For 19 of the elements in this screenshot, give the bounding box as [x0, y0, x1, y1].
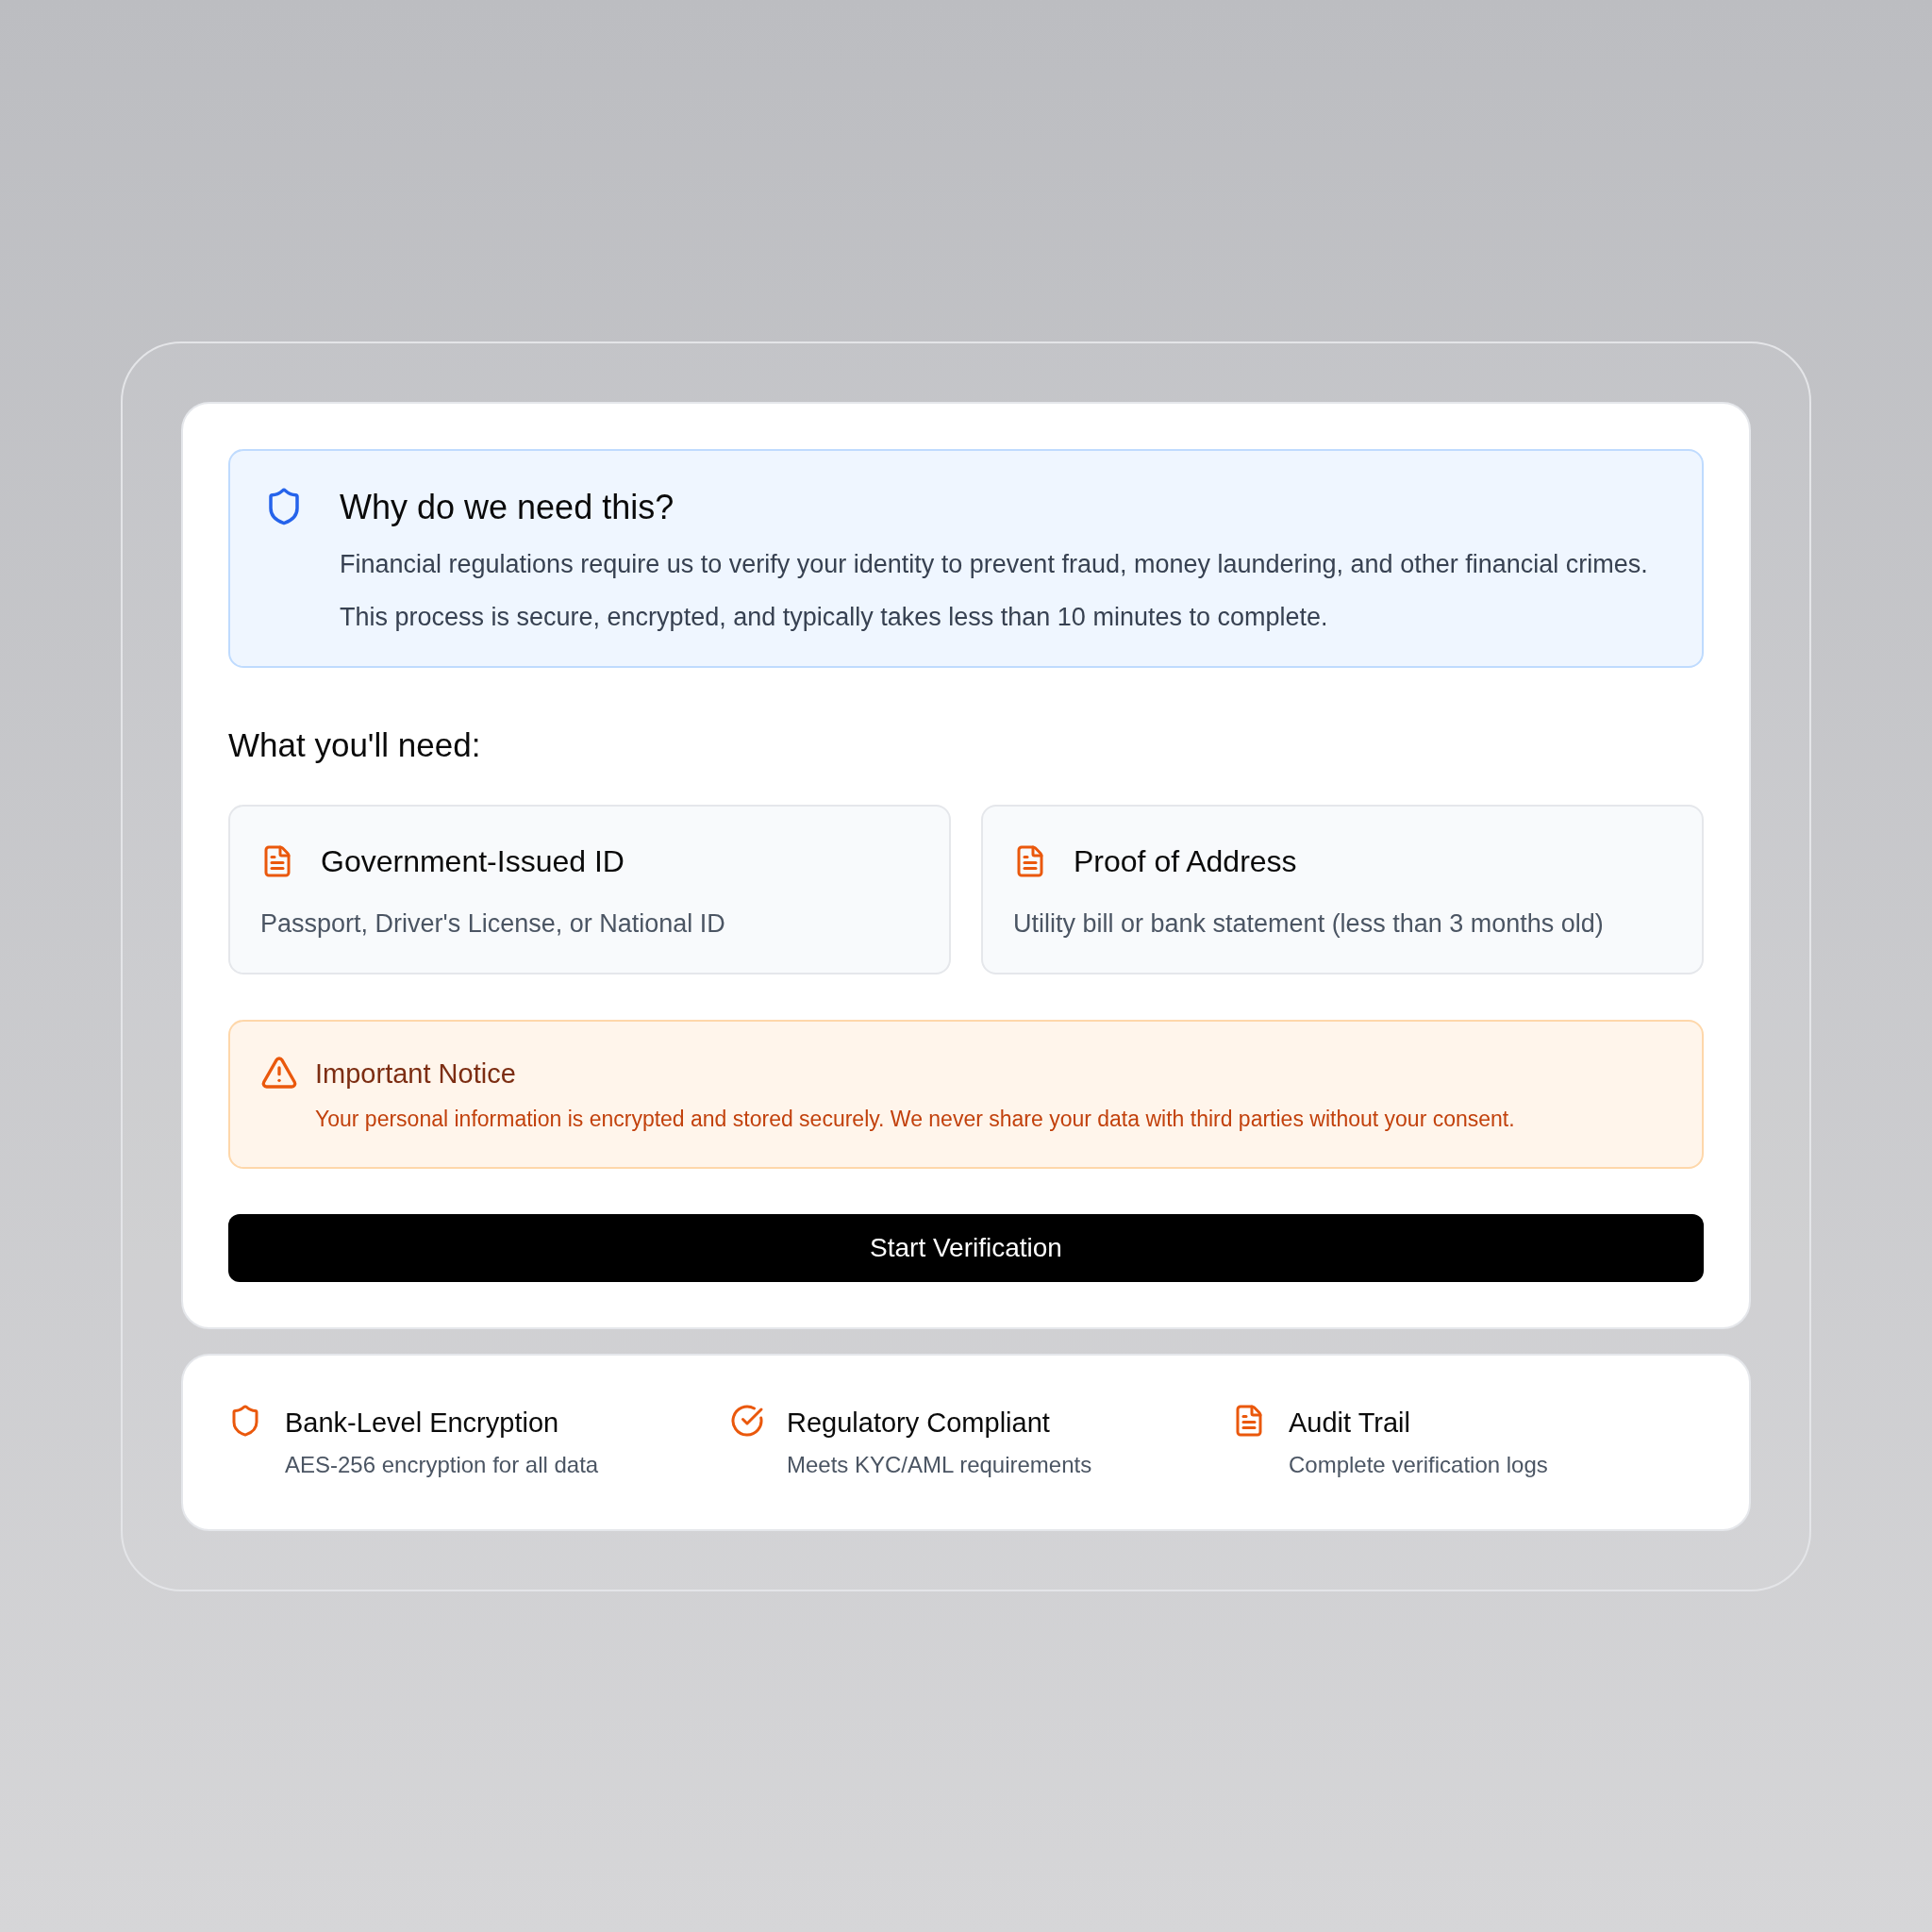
feature-title: Bank-Level Encryption	[285, 1407, 560, 1440]
notice-text: Your personal information is encrypted and stored securely. We never share your data with third parties without your consent.	[315, 1105, 1515, 1133]
requirement-title: Government-Issued ID	[321, 842, 625, 880]
requirement-description: Utility bill or bank statement (less than 3 months old)	[1013, 908, 1605, 940]
warning-icon	[260, 1054, 298, 1091]
info-title: Why do we need this?	[340, 487, 675, 528]
feature-title: Regulatory Compliant	[787, 1407, 1051, 1440]
requirement-title: Proof of Address	[1074, 842, 1297, 880]
requirement-description: Passport, Driver's License, or National ID	[260, 908, 726, 940]
feature-title: Audit Trail	[1289, 1407, 1411, 1440]
info-text: This process is secure, encrypted, and typically takes less than 10 minutes to complete.	[340, 602, 1329, 633]
info-text: Financial regulations require us to verify your identity to prevent fraud, money laundering, and other financial crimes.	[340, 549, 1648, 580]
check-circle-icon	[730, 1404, 764, 1438]
requirements-heading: What you'll need:	[228, 725, 482, 765]
start-verification-button[interactable]: Start Verification	[228, 1214, 1704, 1282]
feature-description: Complete verification logs	[1289, 1450, 1548, 1479]
notice-title: Important Notice	[315, 1058, 517, 1091]
feature-description: Meets KYC/AML requirements	[787, 1450, 1092, 1479]
feature-description: AES-256 encryption for all data	[285, 1450, 599, 1479]
